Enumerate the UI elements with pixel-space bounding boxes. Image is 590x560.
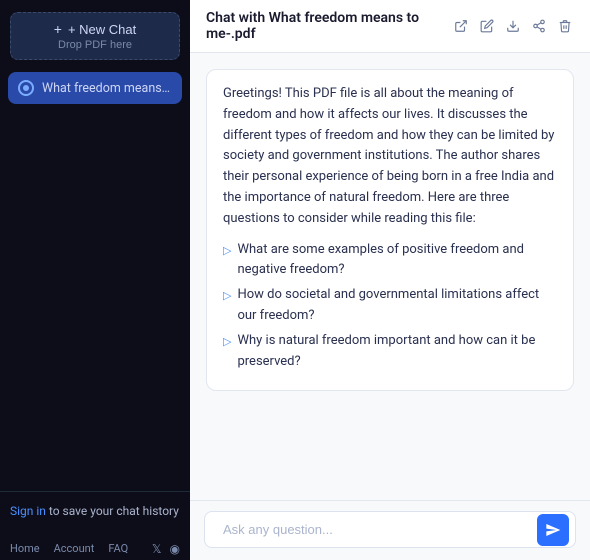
discord-icon[interactable]: ◉: [170, 542, 180, 556]
chat-item-label: What freedom means to me-...: [42, 81, 172, 96]
sidebar-nav: Home Account FAQ 𝕏 ◉: [0, 534, 190, 560]
edit-button[interactable]: [478, 17, 496, 35]
signin-link[interactable]: Sign in: [10, 504, 46, 518]
social-icons: 𝕏 ◉: [152, 542, 180, 556]
share-button[interactable]: [530, 17, 548, 35]
question-item-3: ▷ Why is natural freedom important and h…: [223, 331, 557, 373]
question-item-1: ▷ What are some examples of positive fre…: [223, 240, 557, 282]
nav-home[interactable]: Home: [10, 542, 40, 556]
question-text-3: Why is natural freedom important and how…: [237, 331, 557, 373]
main-panel: Chat with What freedom means to me-.pdf: [190, 0, 590, 560]
message-intro: Greetings! This PDF file is all about th…: [223, 84, 557, 230]
sidebar-footer: Sign in to save your chat history: [0, 491, 190, 534]
new-chat-button[interactable]: + + New Chat Drop PDF here: [10, 12, 180, 60]
chat-title: Chat with What freedom means to me-.pdf: [206, 10, 452, 42]
arrow-icon-2: ▷: [223, 287, 231, 305]
question-item-2: ▷ How do societal and governmental limit…: [223, 285, 557, 327]
nav-account[interactable]: Account: [54, 542, 95, 556]
drop-pdf-label: Drop PDF here: [23, 39, 167, 51]
header-actions: [452, 17, 574, 35]
external-link-button[interactable]: [452, 17, 470, 35]
chat-icon: [18, 80, 34, 96]
arrow-icon-3: ▷: [223, 333, 231, 351]
message-bubble: Greetings! This PDF file is all about th…: [206, 69, 574, 391]
question-list: ▷ What are some examples of positive fre…: [223, 240, 557, 373]
signin-suffix: to save your chat history: [46, 504, 179, 518]
signin-text: Sign in to save your chat history: [10, 502, 180, 520]
arrow-icon-1: ▷: [223, 242, 231, 260]
delete-button[interactable]: [556, 17, 574, 35]
question-text-2: How do societal and governmental limitat…: [237, 285, 557, 327]
chat-messages: Greetings! This PDF file is all about th…: [190, 53, 590, 500]
chat-input-area: [190, 500, 590, 560]
chat-input[interactable]: [217, 512, 537, 547]
question-text-1: What are some examples of positive freed…: [237, 240, 557, 282]
plus-icon: +: [54, 21, 62, 37]
chat-header: Chat with What freedom means to me-.pdf: [190, 0, 590, 53]
twitter-icon[interactable]: 𝕏: [152, 542, 162, 556]
new-chat-label: + New Chat: [68, 22, 136, 37]
chat-list: What freedom means to me-...: [0, 66, 190, 491]
nav-faq[interactable]: FAQ: [108, 542, 128, 556]
input-wrapper: [204, 511, 576, 548]
send-button[interactable]: [537, 514, 569, 546]
chat-list-item[interactable]: What freedom means to me-...: [8, 72, 182, 104]
download-button[interactable]: [504, 17, 522, 35]
sidebar: + + New Chat Drop PDF here What freedom …: [0, 0, 190, 560]
